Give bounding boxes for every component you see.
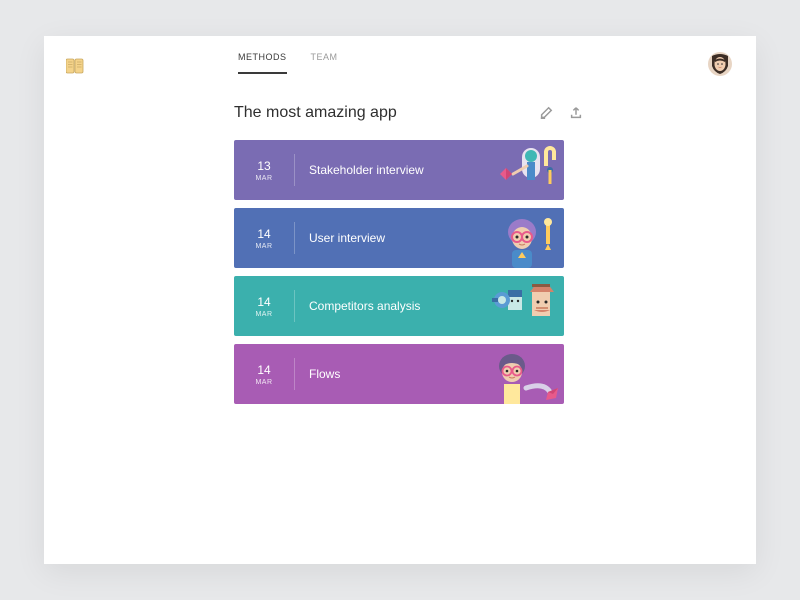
tab-methods[interactable]: METHODS xyxy=(238,52,287,74)
divider xyxy=(294,358,295,390)
method-card[interactable]: 14 MAR Competitors analysis xyxy=(234,276,564,336)
card-day: 13 xyxy=(234,159,294,173)
card-date: 14 MAR xyxy=(234,295,294,318)
method-list: 13 MAR Stakeholder interview 14 MAR User… xyxy=(234,140,564,404)
method-card[interactable]: 13 MAR Stakeholder interview xyxy=(234,140,564,200)
divider xyxy=(294,154,295,186)
card-month: MAR xyxy=(234,311,294,318)
method-card[interactable]: 14 MAR User interview xyxy=(234,208,564,268)
card-illustration xyxy=(454,140,564,200)
card-title: User interview xyxy=(309,231,385,245)
card-illustration xyxy=(454,208,564,268)
card-illustration xyxy=(454,344,564,404)
card-title: Competitors analysis xyxy=(309,299,420,313)
share-icon[interactable] xyxy=(568,105,584,121)
logo-icon xyxy=(66,58,84,74)
nav-tabs: METHODS TEAM xyxy=(238,52,338,74)
edit-icon[interactable] xyxy=(538,105,554,121)
avatar[interactable] xyxy=(708,52,732,76)
card-date: 14 MAR xyxy=(234,227,294,250)
topbar: METHODS TEAM xyxy=(44,36,756,74)
page-head: The most amazing app xyxy=(234,104,584,122)
method-card[interactable]: 14 MAR Flows xyxy=(234,344,564,404)
content: The most amazing app 13 MAR Stakeholder … xyxy=(44,74,584,404)
page-title: The most amazing app xyxy=(234,104,524,122)
tab-team[interactable]: TEAM xyxy=(311,52,338,74)
card-illustration xyxy=(454,276,564,336)
divider xyxy=(294,222,295,254)
divider xyxy=(294,290,295,322)
app-window: METHODS TEAM The most amazing app 13 MAR … xyxy=(44,36,756,564)
card-title: Stakeholder interview xyxy=(309,163,424,177)
card-day: 14 xyxy=(234,363,294,377)
card-date: 14 MAR xyxy=(234,363,294,386)
card-date: 13 MAR xyxy=(234,159,294,182)
card-day: 14 xyxy=(234,295,294,309)
card-month: MAR xyxy=(234,243,294,250)
card-day: 14 xyxy=(234,227,294,241)
card-month: MAR xyxy=(234,379,294,386)
card-month: MAR xyxy=(234,175,294,182)
card-title: Flows xyxy=(309,367,340,381)
